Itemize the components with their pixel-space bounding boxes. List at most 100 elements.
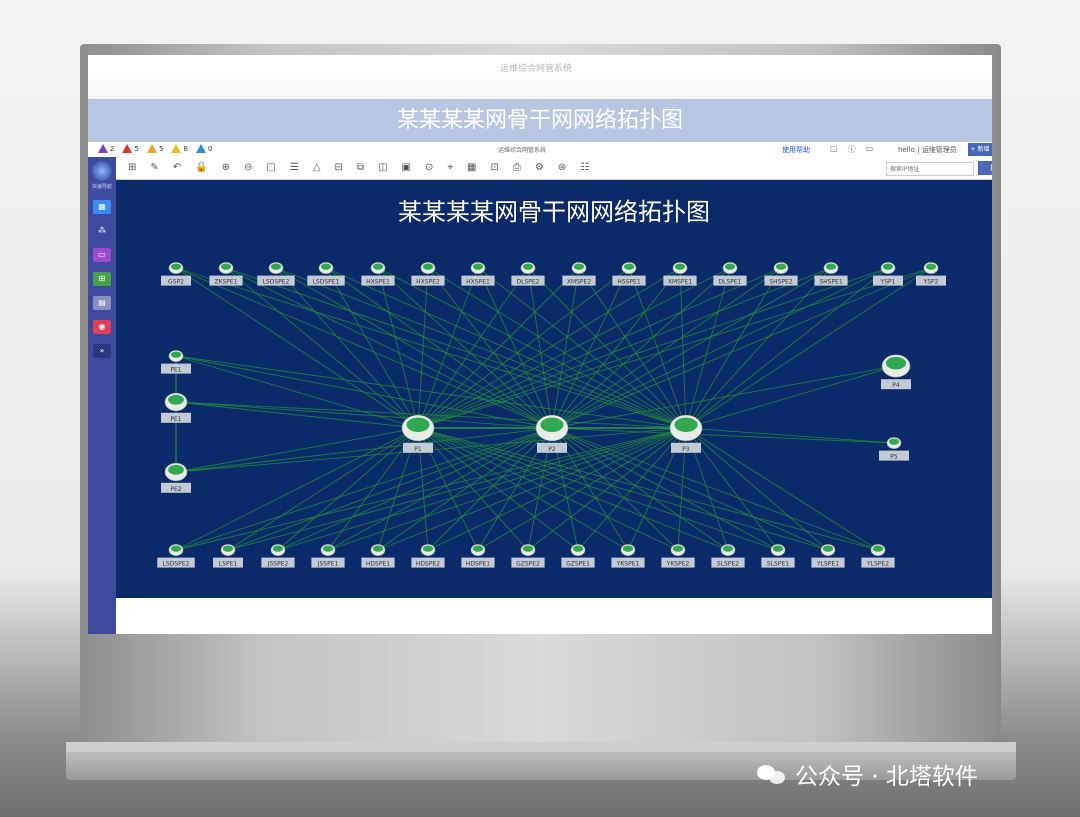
tool-button-7[interactable]: ☰ xyxy=(290,162,299,173)
sidebar-expand-button[interactable]: » xyxy=(93,344,111,358)
router-node[interactable]: LSDSPE2 xyxy=(157,544,195,568)
router-label: JSSPE2 xyxy=(267,561,289,568)
topology-link xyxy=(685,267,889,429)
router-node[interactable]: SHSPE1 xyxy=(814,262,848,286)
router-node[interactable]: P2 xyxy=(535,414,569,453)
topology-link xyxy=(477,427,687,551)
router-node[interactable]: HXSPE1 xyxy=(461,262,495,286)
tool-button-13[interactable]: ⊙ xyxy=(425,162,433,173)
topology-link xyxy=(477,267,687,429)
search-button[interactable]: 搜索 xyxy=(978,161,992,175)
router-label: GSP2 xyxy=(168,279,184,286)
router-label: GZSPE1 xyxy=(566,561,590,568)
router-node[interactable]: LSDSPE2 xyxy=(257,262,295,286)
sidebar-item-topology[interactable]: ⁂ xyxy=(93,224,111,238)
router-node[interactable]: HDSPE1 xyxy=(461,544,495,568)
router-node[interactable]: HSSPE1 xyxy=(612,262,646,286)
ip-search-input[interactable] xyxy=(886,162,974,176)
topology-link xyxy=(685,267,932,429)
alert-major[interactable]: 5 xyxy=(122,144,139,153)
router-node[interactable]: JSSPE2 xyxy=(261,544,295,568)
alert-minor[interactable]: 5 xyxy=(146,144,163,153)
topology-toolbar: ⊞ ✎ ↶ 🔒 ⊕ ⊖ □ ☰ △ ⊟ ⧉ ◫ ▣ ⊙ ⌖ ▦ ⊡ ⎙ ⚙ ⊛ ☷ 搜索 xyxy=(116,157,992,180)
sidebar-item-grid[interactable]: ▦ xyxy=(93,200,111,214)
router-arrows xyxy=(472,545,484,552)
tool-button-0[interactable]: ⊞ xyxy=(128,162,136,173)
tool-button-4[interactable]: ⊕ xyxy=(222,162,230,173)
tool-button-15[interactable]: ▦ xyxy=(467,162,476,173)
tool-button-2[interactable]: ↶ xyxy=(173,162,181,173)
router-node[interactable]: PE1 xyxy=(161,392,191,423)
tool-button-5[interactable]: ⊖ xyxy=(244,162,252,173)
router-label: PE2 xyxy=(170,486,181,493)
router-node[interactable]: SHSPE2 xyxy=(764,262,798,286)
sidebar-item-network[interactable]: ⊞ xyxy=(93,272,111,286)
router-label: LSPE1 xyxy=(219,561,238,568)
sidebar: 快速导航 ▦ ⁂ ▭ ⊞ ▤ ◉ » xyxy=(88,157,116,634)
router-node[interactable]: YLSPE2 xyxy=(861,544,895,568)
tool-button-11[interactable]: ◫ xyxy=(378,162,387,173)
tool-button-10[interactable]: ⧉ xyxy=(357,162,364,173)
router-node[interactable]: SLSPE1 xyxy=(761,544,795,568)
router-node[interactable]: GZSPE2 xyxy=(511,544,545,568)
tool-button-1[interactable]: ✎ xyxy=(150,162,158,173)
message-icon[interactable]: ▢ xyxy=(830,144,838,155)
tool-button-9[interactable]: ⊟ xyxy=(335,162,343,173)
router-arrows xyxy=(522,545,534,552)
router-arrows xyxy=(406,417,430,432)
new-button[interactable]: + 新增 xyxy=(968,143,992,156)
router-node[interactable]: YSP1 xyxy=(873,262,903,286)
tool-button-16[interactable]: ⊡ xyxy=(490,162,498,173)
router-node[interactable]: HDSPE2 xyxy=(411,544,445,568)
chat-icon[interactable]: ▭ xyxy=(866,144,874,155)
router-label: HDSPE1 xyxy=(366,561,390,568)
router-label: LSDSPE2 xyxy=(263,279,290,286)
tool-button-12[interactable]: ▣ xyxy=(402,162,411,173)
router-arrows xyxy=(888,438,900,445)
router-node[interactable]: YKSPE2 xyxy=(661,544,695,568)
router-node[interactable]: SLSPE2 xyxy=(711,544,745,568)
wechat-icon xyxy=(757,763,787,785)
info-icon[interactable]: ⓘ xyxy=(848,144,856,155)
router-node[interactable]: DLSPE2 xyxy=(511,262,545,286)
topology-link xyxy=(377,267,419,429)
router-node[interactable]: XMSPE2 xyxy=(562,262,596,286)
router-node[interactable]: P4 xyxy=(881,354,911,390)
tool-button-8[interactable]: △ xyxy=(313,162,321,173)
router-node[interactable]: YLSPE1 xyxy=(811,544,845,568)
user-menu[interactable]: hello | 运维管理员 xyxy=(898,145,957,155)
alert-info[interactable]: 0 xyxy=(195,144,212,153)
router-label: JSSPE1 xyxy=(317,561,339,568)
router-node[interactable]: PE2 xyxy=(161,462,191,493)
router-node[interactable]: P3 xyxy=(669,414,703,453)
router-node[interactable]: P1 xyxy=(401,414,435,453)
alert-counters: 2 5 5 6 0 xyxy=(98,144,212,153)
tool-button-20[interactable]: ☷ xyxy=(580,162,589,173)
router-node[interactable]: P5 xyxy=(879,437,909,461)
tool-button-18[interactable]: ⚙ xyxy=(535,162,544,173)
router-node[interactable]: YKSPE1 xyxy=(611,544,645,568)
router-arrows xyxy=(272,545,284,552)
doc-icon: ▤ xyxy=(98,298,106,307)
router-label: SHSPE2 xyxy=(769,279,793,286)
tool-button-3[interactable]: 🔒 xyxy=(195,162,207,173)
tool-button-14[interactable]: ⌖ xyxy=(447,162,453,173)
router-node[interactable]: GSP2 xyxy=(161,262,191,286)
sidebar-item-alarm[interactable]: ◉ xyxy=(93,320,111,334)
warning-icon xyxy=(98,144,108,153)
router-node[interactable]: LSPE1 xyxy=(213,544,243,568)
router-arrows xyxy=(872,545,884,552)
alert-warning[interactable]: 6 xyxy=(171,144,188,153)
tool-button-19[interactable]: ⊛ xyxy=(558,162,566,173)
sidebar-item-docs[interactable]: ▤ xyxy=(93,296,111,310)
alert-critical[interactable]: 2 xyxy=(98,144,114,153)
router-label: SHSPE1 xyxy=(819,279,843,286)
router-node[interactable]: HDSPE1 xyxy=(361,544,395,568)
router-node[interactable]: JSSPE1 xyxy=(311,544,345,568)
tool-button-6[interactable]: □ xyxy=(266,162,275,173)
router-node[interactable]: GZSPE1 xyxy=(561,544,595,568)
sidebar-item-monitor[interactable]: ▭ xyxy=(93,248,111,262)
tool-button-17[interactable]: ⎙ xyxy=(513,162,521,173)
router-node[interactable]: YSP2 xyxy=(916,262,946,286)
help-link[interactable]: 使用帮助 xyxy=(782,145,810,155)
